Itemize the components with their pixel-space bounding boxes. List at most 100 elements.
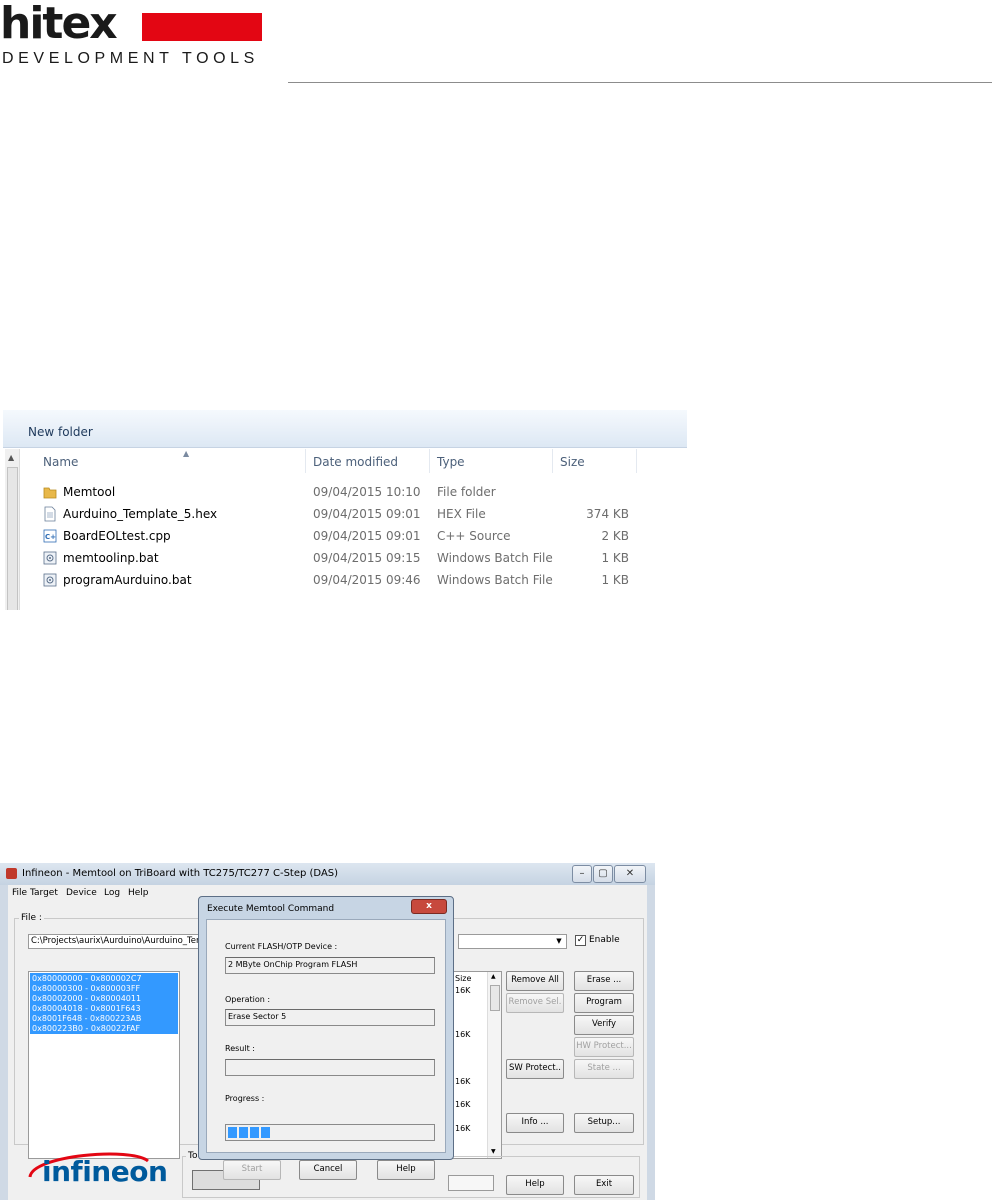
maximize-button[interactable]: ▢ [593,865,613,883]
enable-checkbox[interactable]: ✓ [575,935,586,946]
column-name[interactable]: Name [43,455,78,469]
file-path-field[interactable]: C:\Projects\aurix\Aurduino\Aurduino_Temp… [28,934,216,949]
batch-file-icon [43,573,57,587]
scroll-up-icon[interactable]: ▲ [8,453,14,462]
dialog-body: Current FLASH/OTP Device : 2 MByte OnChi… [206,919,446,1180]
list-item[interactable]: 0x80000300 - 0x800003FF [32,984,140,993]
explorer-scrollbar[interactable]: ▲ [5,449,20,610]
explorer-column-header: ▲ Name Date modified Type Size [19,449,687,473]
file-path-combo[interactable] [458,934,567,949]
scroll-down-icon[interactable]: ▼ [491,1148,496,1155]
column-size[interactable]: Size [560,455,585,469]
close-button[interactable]: ✕ [614,865,646,883]
hitex-subtitle: DEVELOPMENT TOOLS [2,50,259,67]
list-item[interactable]: 0x8001F648 - 0x800223AB [32,1014,141,1023]
sector-list[interactable]: Size 16K 16K 16K 16K 16K ▲ ▼ [452,971,502,1159]
infineon-logo: infineon [42,1155,168,1188]
list-item[interactable]: 0x80000000 - 0x800002C7 [32,974,142,983]
state-button[interactable]: State ... [574,1059,634,1079]
file-date: 09/04/2015 10:10 [313,485,421,499]
list-item[interactable]: 16K [455,1124,470,1133]
list-item[interactable]: 0x80002000 - 0x80004011 [32,994,141,1003]
program-button[interactable]: Program [574,993,634,1013]
explorer-toolbar: New folder [3,410,687,448]
cancel-button[interactable]: Cancel [299,1160,357,1180]
cpp-file-icon: C+ [43,529,57,543]
enable-label: Enable [589,935,620,945]
infineon-app-icon [6,868,17,879]
file-type: File folder [437,485,496,499]
file-row[interactable]: programAurduino.bat 09/04/2015 09:46 Win… [19,569,687,591]
sw-protect-button[interactable]: SW Protect.. [506,1059,564,1079]
batch-file-icon [43,551,57,565]
remove-sel-button[interactable]: Remove Sel. [506,993,564,1013]
minimize-button[interactable]: – [572,865,592,883]
dialog-close-button[interactable]: x [411,899,447,914]
column-divider[interactable] [636,449,637,473]
scrollbar-thumb[interactable] [490,985,500,1011]
list-item[interactable]: 16K [455,1100,470,1109]
dialog-help-button[interactable]: Help [377,1160,435,1180]
list-item[interactable]: 16K [455,1030,470,1039]
list-item[interactable]: 0x80004018 - 0x8001F643 [32,1004,141,1013]
hex-file-icon [44,506,56,522]
execute-command-dialog: Execute Memtool Command x Current FLASH/… [198,896,454,1180]
file-group-label: File : [19,913,44,923]
operation-field: Erase Sector 5 [225,1009,435,1026]
file-date: 09/04/2015 09:01 [313,529,421,543]
info-button[interactable]: Info ... [506,1113,564,1133]
setup-button[interactable]: Setup... [574,1113,634,1133]
column-type[interactable]: Type [437,455,465,469]
file-size: 374 KB [586,507,629,521]
list-item[interactable]: 0x800223B0 - 0x80022FAF [32,1024,140,1033]
menu-help[interactable]: Help [128,888,149,898]
file-row[interactable]: Memtool 09/04/2015 10:10 File folder [19,481,687,503]
file-date: 09/04/2015 09:15 [313,551,421,565]
memtool-titlebar[interactable]: Infineon - Memtool on TriBoard with TC27… [0,863,655,885]
hw-protect-button[interactable]: HW Protect... [574,1037,634,1057]
erase-button[interactable]: Erase ... [574,971,634,991]
help-button[interactable]: Help [506,1175,564,1195]
menu-file[interactable]: File [12,888,27,898]
device-label: Current FLASH/OTP Device : [225,942,338,951]
file-type: Windows Batch File [437,551,553,565]
memtool-window: Infineon - Memtool on TriBoard with TC27… [0,863,655,1200]
file-size: 1 KB [601,573,629,587]
file-row[interactable]: memtoolinp.bat 09/04/2015 09:15 Windows … [19,547,687,569]
chevron-down-icon[interactable]: ▼ [553,935,565,947]
file-date: 09/04/2015 09:46 [313,573,421,587]
column-divider[interactable] [429,449,430,473]
file-type: HEX File [437,507,486,521]
scroll-up-icon[interactable]: ▲ [491,973,496,980]
menu-target[interactable]: Target [30,888,58,898]
new-folder-button[interactable]: New folder [28,425,93,439]
verify-button[interactable]: Verify [574,1015,634,1035]
column-divider[interactable] [552,449,553,473]
file-name: Memtool [63,485,116,499]
remove-all-button[interactable]: Remove All [506,971,564,991]
hitex-logo: hitex [0,0,118,49]
start-button[interactable]: Start [223,1160,281,1180]
menu-device[interactable]: Device [66,888,97,898]
dialog-title: Execute Memtool Command [207,904,335,914]
sector-scrollbar[interactable]: ▲ ▼ [487,972,501,1158]
address-range-list[interactable]: 0x80000000 - 0x800002C7 0x80000300 - 0x8… [28,971,180,1159]
file-name: BoardEOLtest.cpp [63,529,171,543]
device-field: 2 MByte OnChip Program FLASH [225,957,435,974]
column-divider[interactable] [305,449,306,473]
hitex-logo-red-bar [142,13,262,41]
exit-button[interactable]: Exit [574,1175,634,1195]
file-size: 2 KB [601,529,629,543]
scrollbar-thumb[interactable] [7,467,18,610]
list-item[interactable]: 16K [455,1077,470,1086]
menu-log[interactable]: Log [104,888,120,898]
header-divider [288,82,992,83]
operation-label: Operation : [225,995,271,1004]
file-row[interactable]: C+ BoardEOLtest.cpp 09/04/2015 09:01 C++… [19,525,687,547]
file-date: 09/04/2015 09:01 [313,507,421,521]
file-row[interactable]: Aurduino_Template_5.hex 09/04/2015 09:01… [19,503,687,525]
result-field [225,1059,435,1076]
status-field [448,1175,494,1191]
list-item[interactable]: 16K [455,986,470,995]
column-date-modified[interactable]: Date modified [313,455,398,469]
